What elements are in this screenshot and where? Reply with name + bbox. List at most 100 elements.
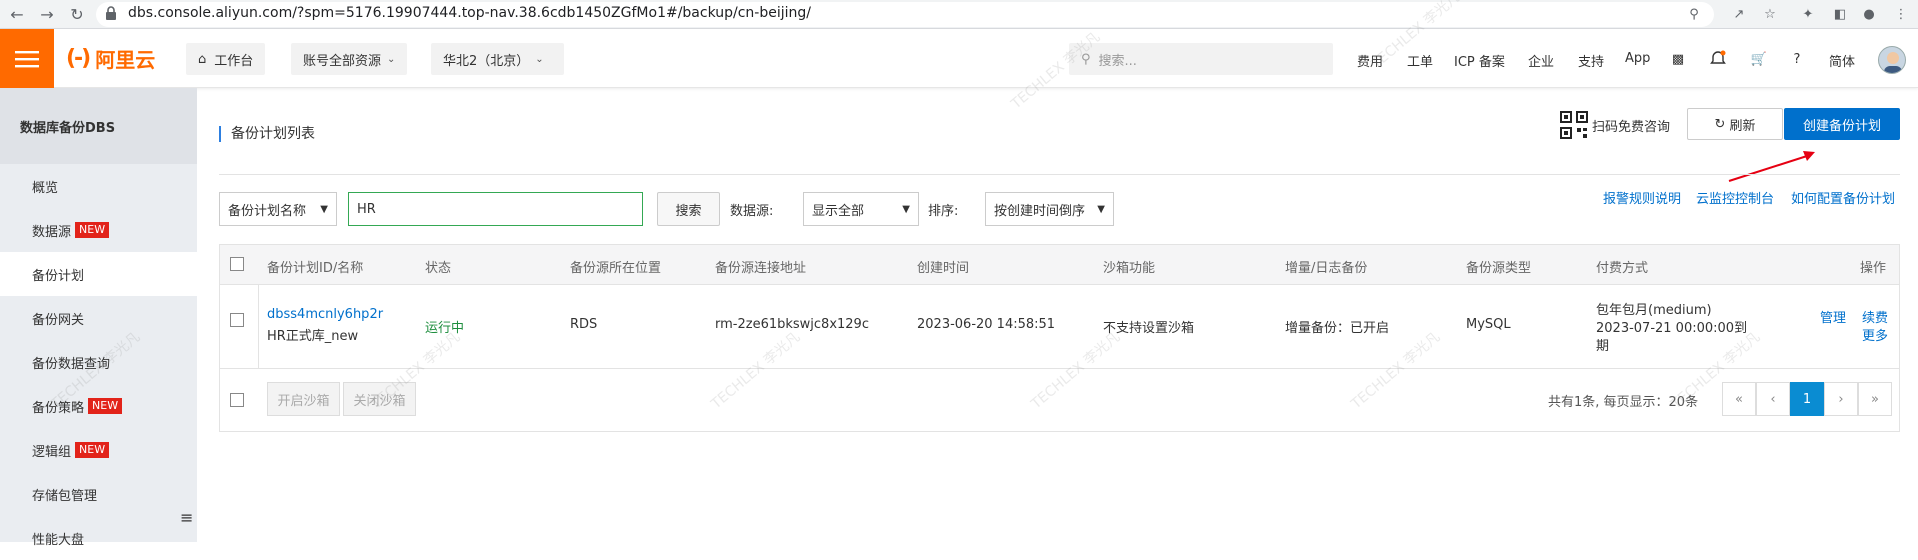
lock-icon — [104, 5, 122, 23]
nav-link-support[interactable]: 支持 — [1578, 51, 1604, 70]
table-row: dbss4mcnly6hp2r HR正式库_new 运行中 RDS rm-2ze… — [220, 285, 1899, 369]
sidebar-item-overview[interactable]: 概览 — [0, 164, 197, 208]
disable-sandbox-button[interactable]: 关闭沙箱 — [343, 382, 416, 416]
sidebar-item-label: 备份数据查询 — [32, 356, 111, 372]
qr-code-icon — [1560, 111, 1588, 139]
sidebar-item-label: 概览 — [32, 180, 59, 196]
billing-expiry: 2023-07-21 00:00:00到 — [1596, 321, 1748, 336]
billing-expiry-suffix: 期 — [1596, 339, 1610, 354]
account-resources-label: 账号全部资源 — [303, 53, 382, 69]
footer-select-all-checkbox[interactable] — [230, 393, 244, 407]
renew-link[interactable]: 续费 — [1862, 307, 1888, 326]
aliyun-logo[interactable]: (-) 阿里云 — [66, 43, 155, 73]
share-icon[interactable]: ↗ — [1728, 3, 1750, 25]
pager-page-1-button[interactable]: 1 — [1790, 382, 1824, 416]
how-to-configure-link[interactable]: 如何配置备份计划 — [1791, 188, 1895, 207]
divider — [219, 174, 1900, 175]
manage-link[interactable]: 管理 — [1820, 307, 1846, 326]
sidebar-item-backup-gateway[interactable]: 备份网关 — [0, 296, 197, 340]
create-backup-plan-button[interactable]: 创建备份计划 — [1784, 108, 1900, 140]
row-divider — [258, 285, 259, 368]
sidebar-item-backup-plan[interactable]: 备份计划 — [0, 252, 197, 296]
profile-icon[interactable]: ● — [1858, 3, 1880, 25]
cart-icon[interactable]: 🛒 — [1748, 48, 1770, 70]
chevron-down-icon: ▼ — [1097, 203, 1105, 215]
qr-consult-label: 扫码免费咨询 — [1592, 119, 1671, 135]
nav-link-billing[interactable]: 费用 — [1357, 51, 1383, 70]
sidebar-item-storage-package[interactable]: 存储包管理 — [0, 472, 197, 516]
search-input[interactable]: HR — [348, 192, 643, 226]
bookmark-star-icon[interactable]: ☆ — [1759, 3, 1781, 25]
created-time: 2023-06-20 14:58:51 — [917, 317, 1056, 332]
hamburger-menu-button[interactable] — [0, 29, 54, 88]
source-location: RDS — [570, 317, 598, 332]
field-select[interactable]: 备份计划名称 ▼ — [219, 192, 337, 226]
sidebar: 数据库备份DBS 概览 数据源 NEW 备份计划 备份网关 备份数据查询 备份策… — [0, 88, 197, 548]
pager-last-button[interactable]: » — [1858, 382, 1892, 416]
sidebar-item-label: 备份策略 — [32, 400, 85, 416]
sidebar-item-logic-group[interactable]: 逻辑组 NEW — [0, 428, 197, 472]
terminal-icon[interactable]: ▩ — [1667, 48, 1689, 70]
extensions-icon[interactable]: ✦ — [1797, 3, 1819, 25]
sidebar-item-label: 备份网关 — [32, 312, 85, 328]
column-header: 创建时间 — [917, 261, 970, 276]
zoom-icon[interactable]: ⚲ — [1683, 3, 1705, 25]
nav-link-ticket[interactable]: 工单 — [1407, 51, 1433, 70]
user-avatar[interactable] — [1878, 46, 1906, 74]
billing-type: 包年包月(medium) — [1596, 303, 1712, 318]
region-label: 华北2（北京） — [443, 53, 530, 69]
url-text[interactable]: dbs.console.aliyun.com/?spm=5176.1990744… — [128, 5, 811, 21]
pager-first-button[interactable]: « — [1722, 382, 1756, 416]
refresh-icon: ↻ — [1714, 116, 1726, 132]
workbench-button[interactable]: ⌂ 工作台 — [186, 43, 266, 75]
search-button[interactable]: 搜索 — [657, 192, 720, 226]
back-icon[interactable]: ← — [6, 3, 28, 25]
nav-link-icp[interactable]: ICP 备案 — [1454, 51, 1505, 70]
column-header: 备份源类型 — [1466, 261, 1532, 276]
notification-bell-icon[interactable] — [1707, 48, 1729, 70]
qr-consult-button[interactable]: 扫码免费咨询 — [1560, 111, 1670, 139]
alert-rules-link[interactable]: 报警规则说明 — [1603, 188, 1681, 207]
sidebar-item-label: 逻辑组 — [32, 444, 72, 460]
sidebar-item-data-source[interactable]: 数据源 NEW — [0, 208, 197, 252]
region-dropdown[interactable]: 华北2（北京） ⌄ — [431, 43, 564, 75]
help-icon[interactable]: ? — [1786, 48, 1808, 70]
menu-dots-icon[interactable]: ⋮ — [1890, 3, 1912, 25]
sidebar-item-performance-dashboard[interactable]: 性能大盘 — [0, 516, 197, 560]
aliyun-logo-text: 阿里云 — [95, 47, 156, 72]
source-label: 数据源: — [730, 204, 774, 219]
sort-select-value: 按创建时间倒序 — [994, 203, 1086, 219]
sidebar-title: 数据库备份DBS — [0, 88, 197, 164]
reload-icon[interactable]: ↻ — [66, 3, 88, 25]
column-header: 状态 — [425, 261, 452, 276]
enable-sandbox-button[interactable]: 开启沙箱 — [267, 382, 340, 416]
pager-prev-button[interactable]: ‹ — [1756, 382, 1790, 416]
account-resources-dropdown[interactable]: 账号全部资源 ⌄ — [291, 43, 408, 75]
main-content: 备份计划列表 扫码免费咨询 ↻ 刷新 创建备份计划 备份计划名称 ▼ HR 搜索… — [197, 88, 1918, 542]
sidebar-item-backup-data-query[interactable]: 备份数据查询 — [0, 340, 197, 384]
search-input-value: HR — [357, 201, 376, 217]
sidebar-item-backup-policy[interactable]: 备份策略 NEW — [0, 384, 197, 428]
field-select-value: 备份计划名称 — [228, 203, 307, 219]
sidebar-item-label: 备份计划 — [32, 268, 85, 284]
refresh-button[interactable]: ↻ 刷新 — [1687, 108, 1783, 140]
sort-select[interactable]: 按创建时间倒序 ▼ — [985, 192, 1114, 226]
source-type: MySQL — [1466, 317, 1511, 332]
cloud-monitor-link[interactable]: 云监控控制台 — [1696, 188, 1774, 207]
source-select[interactable]: 显示全部 ▼ — [803, 192, 919, 226]
sidebar-item-label: 存储包管理 — [32, 488, 98, 504]
language-switch[interactable]: 简体 — [1829, 51, 1855, 70]
sidebar-collapse-icon[interactable]: ≡ — [180, 508, 197, 532]
home-icon: ⌂ — [198, 51, 207, 67]
global-search-input[interactable]: ⚲ 搜索... — [1069, 43, 1333, 75]
nav-link-app[interactable]: App — [1625, 51, 1650, 66]
pager-next-button[interactable]: › — [1824, 382, 1858, 416]
chevron-down-icon: ⌄ — [535, 53, 544, 65]
side-panel-icon[interactable]: ◧ — [1829, 3, 1851, 25]
plan-id-link[interactable]: dbss4mcnly6hp2r — [267, 307, 383, 322]
forward-icon[interactable]: → — [36, 3, 58, 25]
select-all-checkbox[interactable] — [230, 257, 244, 271]
row-checkbox[interactable] — [230, 313, 244, 327]
nav-link-enterprise[interactable]: 企业 — [1528, 51, 1554, 70]
more-link[interactable]: 更多 — [1862, 325, 1888, 344]
